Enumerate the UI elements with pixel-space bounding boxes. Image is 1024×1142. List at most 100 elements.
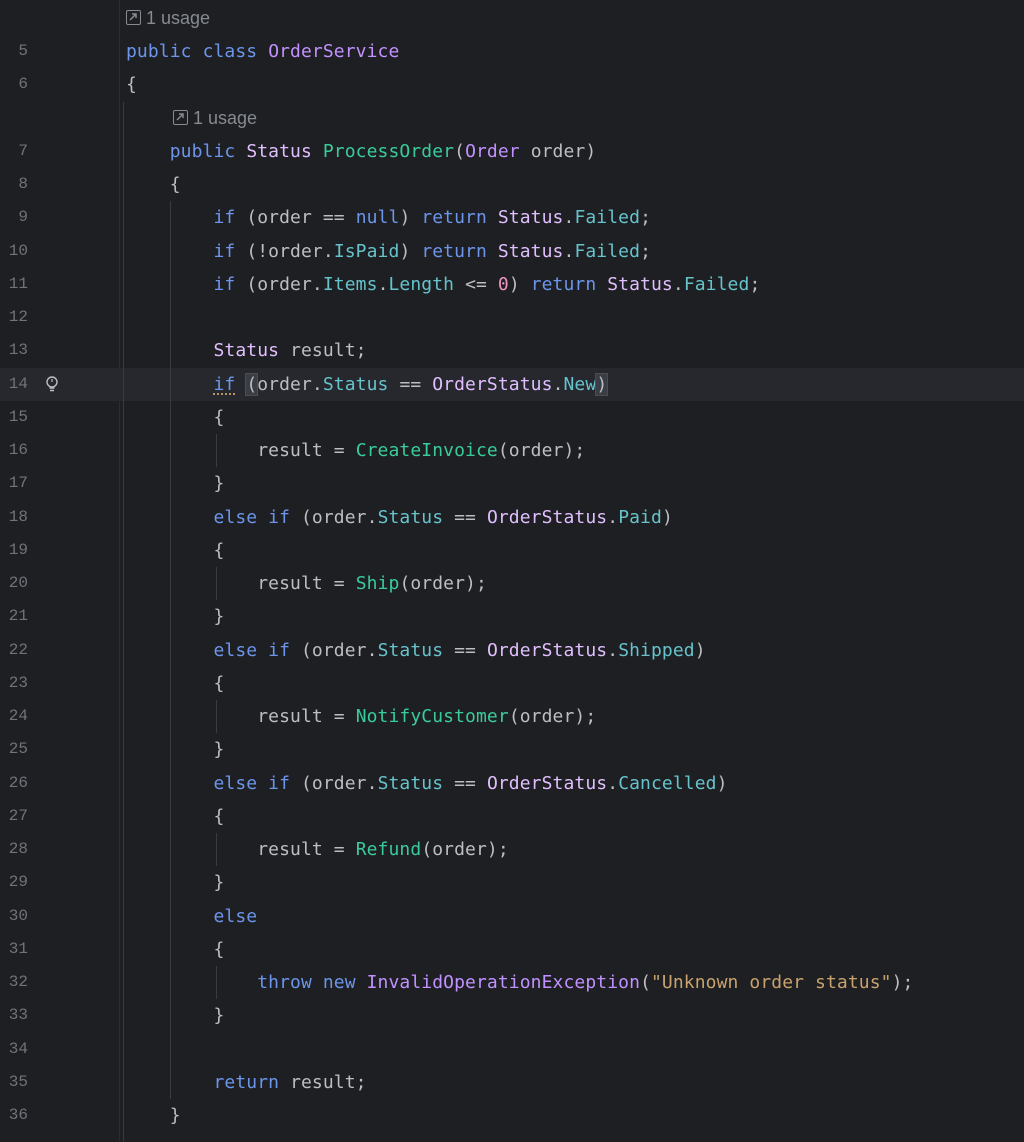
code-token: IsPaid bbox=[334, 241, 400, 262]
line-number: 17 bbox=[0, 467, 28, 500]
code-text: return result; bbox=[126, 1066, 367, 1099]
code-text: public class OrderService bbox=[126, 35, 399, 68]
indent-guide bbox=[123, 102, 124, 1142]
code-token: == bbox=[454, 640, 487, 661]
code-line[interactable]: 29 } bbox=[0, 866, 1024, 899]
code-line[interactable]: 21 } bbox=[0, 600, 1024, 633]
code-line[interactable]: 22 else if (order.Status == OrderStatus.… bbox=[0, 634, 1024, 667]
code-token: InvalidOperationException bbox=[367, 972, 640, 993]
line-number: 24 bbox=[0, 700, 28, 733]
code-line[interactable]: 34 bbox=[0, 1033, 1024, 1066]
code-token: if bbox=[214, 374, 236, 395]
lightbulb-icon[interactable] bbox=[44, 375, 60, 393]
code-line[interactable]: 30 else bbox=[0, 900, 1024, 933]
line-number: 20 bbox=[0, 567, 28, 600]
code-token: { bbox=[126, 540, 224, 561]
code-text: if (order.Status == OrderStatus.New) bbox=[126, 368, 607, 401]
code-line[interactable]: 31 { bbox=[0, 933, 1024, 966]
code-line[interactable]: 25 } bbox=[0, 733, 1024, 766]
code-line[interactable]: 16 result = CreateInvoice(order); bbox=[0, 434, 1024, 467]
code-token: class bbox=[203, 41, 269, 62]
usage-hint-label: 1 usage bbox=[193, 108, 257, 128]
code-token: order) bbox=[531, 141, 597, 162]
code-token: Order bbox=[465, 141, 531, 162]
code-line[interactable]: 15 { bbox=[0, 401, 1024, 434]
code-text: result = Ship(order); bbox=[126, 567, 487, 600]
line-number: 9 bbox=[0, 201, 28, 234]
code-token: } bbox=[126, 606, 224, 627]
code-token: return bbox=[214, 1072, 291, 1093]
code-line[interactable]: 5public class OrderService bbox=[0, 35, 1024, 68]
code-text: } bbox=[126, 866, 224, 899]
code-token: 0 bbox=[498, 274, 509, 295]
line-number: 18 bbox=[0, 501, 28, 534]
code-token: result = bbox=[126, 440, 356, 461]
code-token: } bbox=[126, 473, 224, 494]
code-token bbox=[126, 141, 170, 162]
code-token: throw bbox=[257, 972, 323, 993]
line-number: 13 bbox=[0, 334, 28, 367]
code-line[interactable]: 33 } bbox=[0, 999, 1024, 1032]
code-line[interactable]: 8 { bbox=[0, 168, 1024, 201]
code-token: result = bbox=[126, 706, 356, 727]
code-token: ( bbox=[454, 141, 465, 162]
code-token: . bbox=[553, 374, 564, 395]
usage-hint-label: 1 usage bbox=[146, 8, 210, 28]
code-line[interactable]: 17 } bbox=[0, 467, 1024, 500]
code-token: Status bbox=[378, 640, 455, 661]
code-token: (order); bbox=[421, 839, 509, 860]
code-line[interactable]: 7 public Status ProcessOrder(Order order… bbox=[0, 135, 1024, 168]
usage-hint[interactable]: 1 usage bbox=[173, 102, 257, 135]
line-number: 27 bbox=[0, 800, 28, 833]
code-token: OrderStatus bbox=[487, 773, 607, 794]
code-token: (order); bbox=[399, 573, 487, 594]
indent-guide bbox=[170, 201, 171, 1099]
code-line[interactable]: 11 if (order.Items.Length <= 0) return S… bbox=[0, 268, 1024, 301]
code-token: Status bbox=[378, 773, 455, 794]
code-line[interactable]: 32 throw new InvalidOperationException("… bbox=[0, 966, 1024, 999]
code-line[interactable]: 24 result = NotifyCustomer(order); bbox=[0, 700, 1024, 733]
code-line[interactable]: 36 } bbox=[0, 1099, 1024, 1132]
code-line[interactable]: 9 if (order == null) return Status.Faile… bbox=[0, 201, 1024, 234]
line-number: 32 bbox=[0, 966, 28, 999]
code-token: } bbox=[126, 872, 224, 893]
code-token: ) bbox=[399, 241, 421, 262]
code-line[interactable]: 26 else if (order.Status == OrderStatus.… bbox=[0, 767, 1024, 800]
code-editor[interactable]: 1 usage 1 usage 5public class OrderService… bbox=[0, 0, 1024, 1141]
code-token: Status bbox=[214, 340, 291, 361]
code-token: ) bbox=[717, 773, 728, 794]
line-number: 12 bbox=[0, 301, 28, 334]
code-token bbox=[235, 374, 246, 395]
code-text: } bbox=[126, 600, 224, 633]
code-token: } bbox=[126, 1105, 181, 1126]
code-line[interactable]: 20 result = Ship(order); bbox=[0, 567, 1024, 600]
code-token: ) bbox=[662, 507, 673, 528]
code-token: Cancelled bbox=[618, 773, 716, 794]
code-line[interactable]: 12 bbox=[0, 301, 1024, 334]
code-line[interactable]: 35 return result; bbox=[0, 1066, 1024, 1099]
code-text: } bbox=[126, 999, 224, 1032]
code-token: Failed bbox=[574, 207, 640, 228]
code-line[interactable]: 14 if (order.Status == OrderStatus.New) bbox=[0, 368, 1024, 401]
code-line[interactable]: 18 else if (order.Status == OrderStatus.… bbox=[0, 501, 1024, 534]
code-line[interactable]: 27 { bbox=[0, 800, 1024, 833]
code-line[interactable]: 19 { bbox=[0, 534, 1024, 567]
usage-hint[interactable]: 1 usage bbox=[126, 2, 210, 35]
code-line[interactable]: 6{ bbox=[0, 68, 1024, 101]
code-line[interactable]: 28 result = Refund(order); bbox=[0, 833, 1024, 866]
code-line[interactable]: 13 Status result; bbox=[0, 334, 1024, 367]
code-token: public bbox=[126, 41, 203, 62]
indent-guide bbox=[216, 567, 217, 600]
code-token: } bbox=[126, 739, 224, 760]
code-line[interactable]: 10 if (!order.IsPaid) return Status.Fail… bbox=[0, 235, 1024, 268]
code-token: Status bbox=[378, 507, 455, 528]
code-token: (order == bbox=[246, 207, 355, 228]
code-text: public Status ProcessOrder(Order order) bbox=[126, 135, 596, 168]
code-token: ) bbox=[596, 374, 607, 395]
code-token: (order. bbox=[301, 773, 378, 794]
code-token: { bbox=[126, 673, 224, 694]
code-token: OrderStatus bbox=[487, 640, 607, 661]
code-line[interactable]: 23 { bbox=[0, 667, 1024, 700]
line-number: 21 bbox=[0, 600, 28, 633]
code-token: <= bbox=[465, 274, 498, 295]
